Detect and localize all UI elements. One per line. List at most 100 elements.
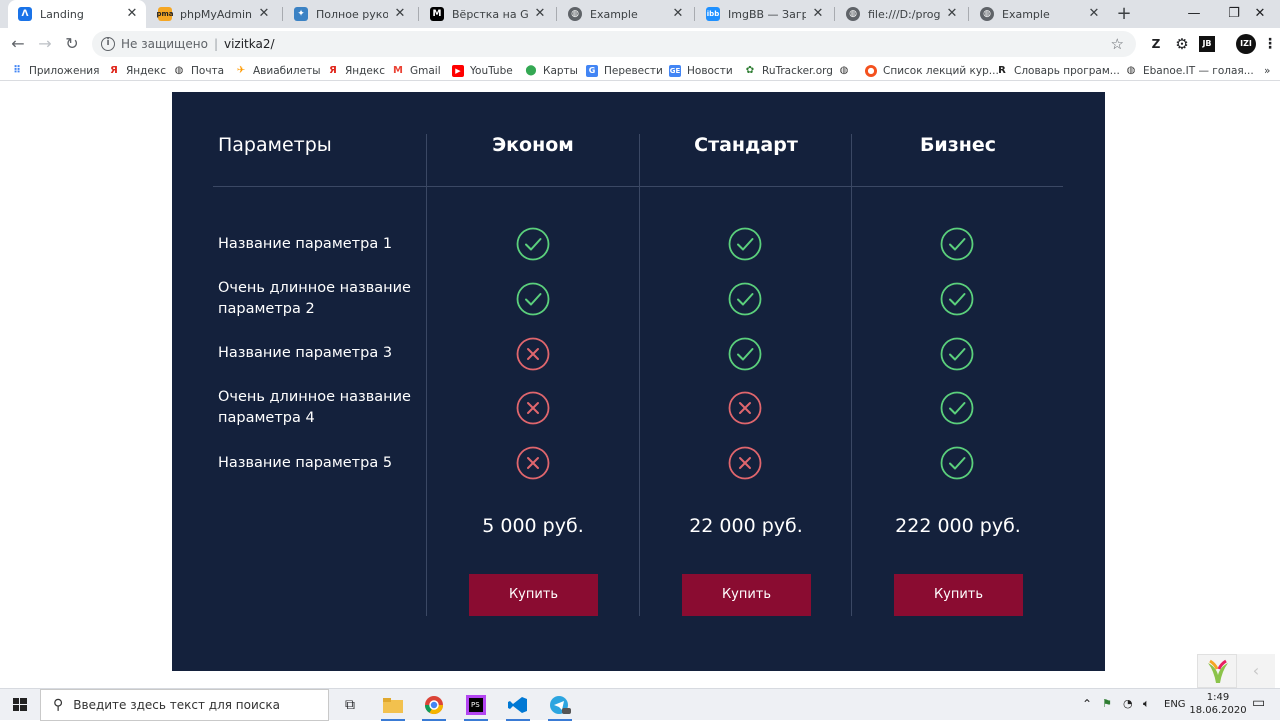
news-icon: GE	[669, 64, 681, 77]
wifi-icon[interactable]: ◔	[1123, 697, 1133, 710]
check-circle-icon	[516, 227, 550, 261]
bookmarks-overflow-icon[interactable]: »	[1264, 62, 1270, 79]
tab-phpmyadmin[interactable]: pma phpMyAdmin ✕	[148, 0, 278, 28]
bookmark-maps[interactable]: ⬤ Карты	[525, 62, 578, 79]
tab-example-1[interactable]: ◍ Example ✕	[558, 0, 692, 28]
tray-chevron-up-icon[interactable]: ⌃	[1082, 697, 1092, 711]
volume-icon[interactable]: 🔈︎	[1143, 697, 1150, 711]
cross-circle-icon	[728, 446, 762, 480]
reload-button[interactable]: ↻	[60, 32, 84, 56]
bookmark-avia[interactable]: ✈ Авиабилеты	[235, 62, 321, 79]
landing-favicon-icon: Λ	[18, 7, 32, 21]
youtube-icon: ▶	[452, 64, 464, 77]
clock[interactable]: 1:49 18.06.2020	[1188, 691, 1248, 717]
dictionary-icon: R	[998, 64, 1006, 76]
buy-economy-button[interactable]: Купить	[469, 574, 598, 616]
bookmark-news[interactable]: GE Новости	[669, 62, 733, 79]
bookmark-lectures[interactable]: ● Список лекций кур...	[865, 62, 999, 79]
forward-button[interactable]: →	[33, 32, 57, 56]
back-button[interactable]: ←	[6, 32, 30, 56]
imgbb-favicon-icon: ibb	[706, 7, 720, 21]
bookmark-rutracker[interactable]: ✿ RuTracker.org	[744, 62, 833, 79]
check-circle-icon	[940, 227, 974, 261]
close-icon[interactable]: ✕	[392, 6, 408, 22]
param-label: Название параметра 3	[218, 345, 393, 361]
taskbar-chrome[interactable]	[414, 689, 454, 721]
close-icon[interactable]: ✕	[256, 6, 272, 22]
close-icon[interactable]: ✕	[532, 6, 548, 22]
info-icon[interactable]: i	[101, 37, 115, 51]
bookmark-yandex-1[interactable]: Я Яндекс	[108, 62, 166, 79]
close-icon[interactable]: ✕	[124, 6, 140, 22]
bookmark-globe[interactable]: ◍	[838, 62, 856, 79]
param-label: Название параметра 5	[218, 455, 393, 471]
tray-flag-icon[interactable]: ⚑	[1102, 697, 1112, 710]
security-label: Не защищено	[121, 37, 208, 51]
extension-z-icon[interactable]: Z	[1146, 34, 1166, 54]
menu-dots-icon[interactable]: ⋮	[1260, 34, 1280, 54]
bookmark-translate[interactable]: G Перевести	[586, 62, 663, 79]
close-icon[interactable]: ✕	[810, 6, 826, 22]
bookmark-label: Ebanoe.IT — голая...	[1143, 64, 1254, 77]
start-button[interactable]	[0, 689, 40, 721]
tab-title: file:///D:/program	[868, 7, 940, 21]
cross-circle-icon	[516, 337, 550, 371]
close-icon[interactable]: ✕	[944, 6, 960, 22]
check-circle-icon	[728, 337, 762, 371]
globe-favicon-icon: ◍	[846, 7, 860, 21]
price-business: 222 000 руб.	[895, 515, 1021, 537]
bookmark-label: Карты	[543, 64, 578, 77]
tab-title: Вёрстка на Grid в	[452, 7, 528, 21]
language-indicator[interactable]: ENG	[1164, 699, 1186, 710]
taskbar-explorer[interactable]	[373, 689, 413, 721]
bookmark-star-icon[interactable]: ☆	[1111, 35, 1124, 53]
bookmark-apps[interactable]: ⠿ Приложения	[11, 62, 99, 79]
taskbar-vscode[interactable]	[498, 689, 538, 721]
tab-file[interactable]: ◍ file:///D:/program ✕	[836, 0, 966, 28]
notifications-icon[interactable]: ▭	[1252, 695, 1265, 711]
taskbar-telegram[interactable]	[540, 689, 580, 721]
tab-grid[interactable]: M Вёрстка на Grid в ✕	[420, 0, 554, 28]
tab-example-2[interactable]: ◍ Example ✕	[970, 0, 1108, 28]
buy-business-button[interactable]: Купить	[894, 574, 1023, 616]
close-window-button[interactable]: ✕	[1240, 0, 1280, 28]
bookmark-gmail[interactable]: M Gmail	[392, 62, 441, 79]
pricing-table: Параметры Эконом Стандарт Бизнес Названи…	[172, 92, 1105, 671]
bookmark-pochta[interactable]: ◍ Почта	[173, 62, 224, 79]
extension-izi-icon[interactable]: IZI	[1236, 34, 1256, 54]
browser-toolbar: ← → ↻ i Не защищено | vizitka2/ ☆ Z ⚙ JB…	[0, 28, 1280, 60]
address-bar[interactable]: i Не защищено | vizitka2/ ☆	[92, 31, 1136, 57]
new-tab-button[interactable]: +	[1113, 2, 1135, 26]
buy-standard-button[interactable]: Купить	[682, 574, 811, 616]
bookmark-label: Почта	[191, 64, 225, 77]
extension-jb-icon[interactable]: JB	[1199, 36, 1215, 52]
tab-strip: Λ Landing ✕ pma phpMyAdmin ✕ ✦ Полное ру…	[0, 0, 1280, 28]
tab-title: ImgBB — Загрузит	[728, 7, 806, 21]
minimize-button[interactable]: —	[1172, 0, 1216, 28]
task-view-button[interactable]: ⧉	[330, 689, 370, 721]
tab-guide[interactable]: ✦ Полное руководс ✕	[284, 0, 414, 28]
clock-time: 1:49	[1206, 692, 1230, 703]
yii-debug-toolbar[interactable]	[1197, 654, 1237, 688]
taskbar-search-input[interactable]: ⚲ Введите здесь текст для поиска	[40, 689, 329, 721]
tab-landing[interactable]: Λ Landing ✕	[8, 0, 146, 28]
yii-logo-icon	[1208, 659, 1228, 683]
apps-grid-icon: ⠿	[13, 64, 21, 76]
bookmark-yandex-2[interactable]: Я Яндекс	[327, 62, 385, 79]
gear-icon[interactable]: ⚙	[1172, 34, 1192, 54]
chevron-left-icon[interactable]: ‹	[1237, 654, 1275, 688]
globe-favicon-icon: ◍	[980, 7, 994, 21]
url-text[interactable]: vizitka2/	[224, 37, 275, 51]
bookmark-youtube[interactable]: ▶ YouTube	[452, 62, 513, 79]
bookmark-ebanoe[interactable]: ◍ Ebanoe.IT — голая...	[1125, 62, 1254, 79]
yandex-icon: Я	[329, 64, 337, 76]
close-icon[interactable]: ✕	[1086, 6, 1102, 22]
tab-title: Example	[590, 7, 638, 21]
phpmyadmin-favicon-icon: pma	[156, 7, 174, 21]
page-viewport: Параметры Эконом Стандарт Бизнес Названи…	[0, 82, 1280, 688]
price-standard: 22 000 руб.	[689, 515, 803, 537]
taskbar-phpstorm[interactable]: PS	[456, 689, 496, 721]
tab-imgbb[interactable]: ibb ImgBB — Загрузит ✕	[696, 0, 832, 28]
bookmark-dictionary[interactable]: R Словарь програм...	[996, 62, 1120, 79]
close-icon[interactable]: ✕	[670, 6, 686, 22]
